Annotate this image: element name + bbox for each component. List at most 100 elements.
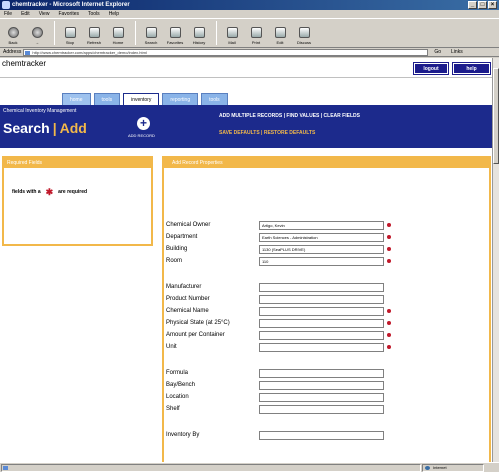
menu-file[interactable]: File	[4, 10, 12, 18]
field-input[interactable]: 1130 (SeaPLUS DRIVE)	[259, 244, 384, 254]
help-button[interactable]: help	[452, 62, 491, 75]
edit-button[interactable]: Edit	[269, 19, 291, 47]
form-row: Building 1130 (SeaPLUS DRIVE)	[166, 244, 391, 254]
logout-button[interactable]: logout	[413, 62, 449, 75]
discuss-button[interactable]: Discuss	[293, 19, 315, 47]
field-input[interactable]: Artigo, Kevin	[259, 220, 384, 230]
tab-reporting[interactable]: reporting	[162, 93, 199, 105]
required-dot-icon	[387, 321, 391, 325]
nav-tabs: home tools inventory reporting tools	[62, 93, 228, 105]
history-icon	[193, 27, 205, 38]
print-label: Print	[251, 40, 261, 45]
crumb-add[interactable]: Add	[60, 120, 87, 136]
record-actions-links[interactable]: ADD MULTIPLE RECORDS | FIND VALUES | CLE…	[219, 113, 360, 119]
field-label: Shelf	[166, 406, 180, 412]
links-button[interactable]: Links	[451, 49, 463, 55]
required-star-icon: ✱	[45, 186, 54, 197]
field-input[interactable]: 110	[259, 256, 384, 266]
search-button[interactable]: Search	[140, 19, 162, 47]
home-button[interactable]: Home	[107, 19, 129, 47]
status-bar: Internet	[0, 462, 499, 472]
favorites-button[interactable]: Favorites	[164, 19, 186, 47]
form-row: Amount per Container	[166, 330, 391, 340]
add-record-label[interactable]: ADD RECORD	[128, 133, 155, 138]
window-controls: _ □ ×	[468, 1, 497, 9]
form-row: Room 110	[166, 256, 391, 266]
refresh-icon	[88, 27, 100, 38]
favorites-icon	[169, 27, 181, 38]
scrollbar-thumb[interactable]	[493, 68, 499, 164]
defaults-links[interactable]: SAVE DEFAULTS | RESTORE DEFAULTS	[219, 130, 315, 136]
add-record-plus-icon[interactable]: +	[137, 117, 150, 130]
field-input[interactable]	[259, 294, 384, 304]
field-input[interactable]	[259, 330, 384, 340]
tab-tools-2[interactable]: tools	[201, 93, 228, 105]
go-button[interactable]: Go	[434, 49, 441, 55]
tab-tools[interactable]: tools	[93, 93, 121, 105]
app-name: chemtracker	[2, 59, 47, 68]
field-input[interactable]	[259, 318, 384, 328]
field-label: Product Number	[166, 296, 210, 302]
field-input[interactable]	[259, 404, 384, 414]
system-name: Chemical Inventory Management	[3, 108, 77, 114]
required-dot-icon	[387, 235, 391, 239]
ie-icon	[2, 1, 10, 9]
history-label: History	[192, 40, 206, 45]
back-button[interactable]: Back	[2, 19, 24, 47]
mail-icon	[226, 27, 238, 38]
menu-view[interactable]: View	[39, 10, 50, 18]
menu-edit[interactable]: Edit	[21, 10, 30, 18]
header-divider	[0, 77, 492, 78]
section-banner: Chemical Inventory Management Search | Add…	[0, 105, 492, 148]
refresh-button[interactable]: Refresh	[83, 19, 105, 47]
back-arrow-icon	[7, 27, 19, 38]
menu-tools[interactable]: Tools	[88, 10, 100, 18]
maximize-button[interactable]: □	[478, 1, 487, 9]
vertical-scrollbar[interactable]	[492, 58, 499, 462]
field-label: Department	[166, 234, 198, 240]
crumb-search[interactable]: Search	[3, 120, 50, 136]
home-label: Home	[112, 40, 124, 45]
forward-button[interactable]: →	[26, 19, 48, 47]
stop-button[interactable]: Stop	[59, 19, 81, 47]
field-input[interactable]	[259, 306, 384, 316]
tab-home[interactable]: home	[62, 93, 91, 105]
field-input[interactable]	[259, 282, 384, 292]
field-input[interactable]	[259, 430, 384, 440]
mail-button[interactable]: Mail	[221, 19, 243, 47]
field-input[interactable]	[259, 392, 384, 402]
field-input[interactable]: Earth Sciences - Administration	[259, 232, 384, 242]
required-fields-heading: Required Fields	[4, 158, 151, 168]
minimize-button[interactable]: _	[468, 1, 477, 9]
field-input[interactable]	[259, 342, 384, 352]
stop-icon	[64, 27, 76, 38]
close-button[interactable]: ×	[488, 1, 497, 9]
field-label: Room	[166, 258, 183, 264]
menu-help[interactable]: Help	[109, 10, 119, 18]
edit-icon	[274, 27, 286, 38]
discuss-label: Discuss	[296, 40, 311, 45]
field-input[interactable]	[259, 368, 384, 378]
address-input[interactable]: http://www.chemtracker.com/apps/chemtrac…	[23, 48, 429, 56]
edit-label: Edit	[276, 40, 284, 45]
search-label: Search	[144, 40, 158, 45]
required-dot-icon	[387, 345, 391, 349]
toolbar-separator	[216, 21, 217, 45]
field-label: Formula	[166, 370, 189, 376]
history-button[interactable]: History	[188, 19, 210, 47]
menu-favorites[interactable]: Favorites	[58, 10, 79, 18]
field-label: Location	[166, 394, 189, 400]
form-row: Chemical Owner Artigo, Kevin	[166, 220, 391, 230]
window-title-bar: chemtracker - Microsoft Internet Explore…	[0, 0, 499, 10]
field-label: Amount per Container	[166, 332, 225, 338]
breadcrumb: Search | Add	[3, 120, 87, 136]
mail-label: Mail	[228, 40, 236, 45]
form-row: Product Number	[166, 294, 384, 304]
browser-toolbar: Back → Stop Refresh Home Search Favorite…	[0, 18, 499, 48]
field-input[interactable]	[259, 380, 384, 390]
refresh-label: Refresh	[86, 40, 101, 45]
back-label: Back	[8, 40, 18, 45]
address-label: Address	[3, 49, 22, 55]
print-button[interactable]: Print	[245, 19, 267, 47]
tab-inventory[interactable]: inventory	[123, 93, 160, 105]
